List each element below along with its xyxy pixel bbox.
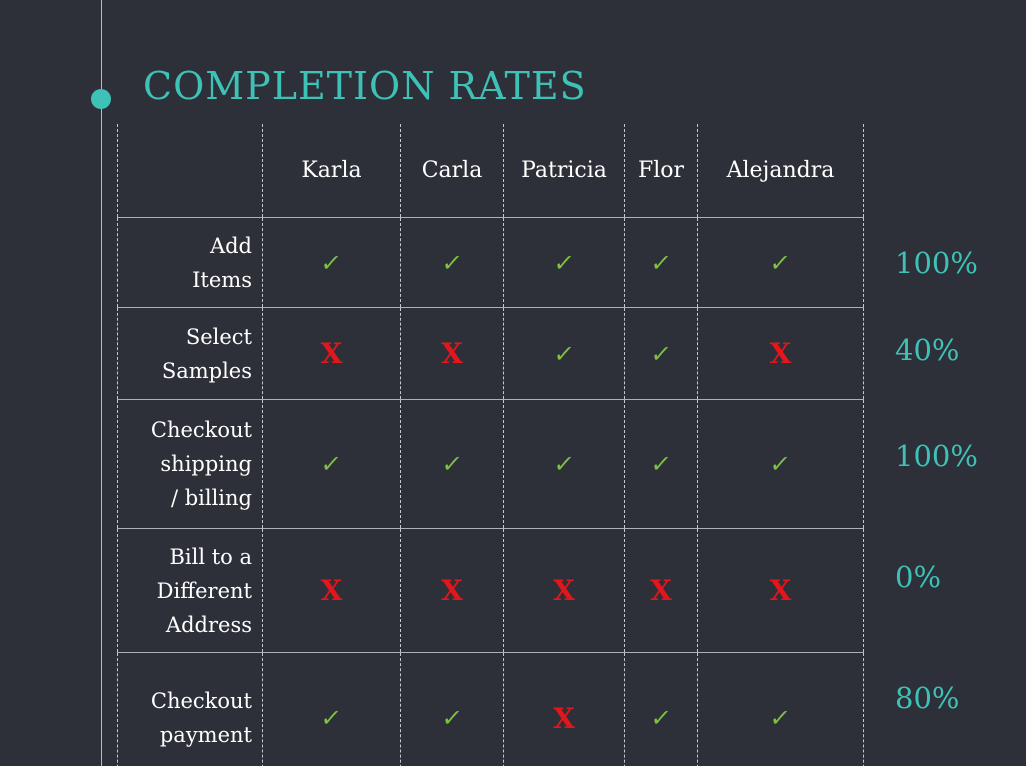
check-icon: ✓ xyxy=(439,450,465,478)
row-label-checkout-shipping-billing: Checkout shipping / billing xyxy=(117,399,263,529)
cross-icon: X xyxy=(553,574,575,607)
result-cell: ✓ xyxy=(400,217,504,308)
result-cell: X xyxy=(697,307,864,400)
check-icon: ✓ xyxy=(648,450,674,478)
slide: COMPLETION RATES Karla Carla Patricia Fl… xyxy=(0,0,1026,766)
result-cell: ✓ xyxy=(697,399,864,529)
row-label-select-samples: Select Samples xyxy=(117,307,263,400)
table-row: Add Items ✓ ✓ ✓ ✓ ✓ xyxy=(117,217,864,308)
check-icon: ✓ xyxy=(648,339,674,368)
result-cell: ✓ xyxy=(624,217,698,308)
check-icon: ✓ xyxy=(551,248,577,277)
check-icon: ✓ xyxy=(319,248,344,277)
completion-rate-checkout-shipping-billing: 100% xyxy=(895,439,978,473)
result-cell: ✓ xyxy=(624,307,698,400)
check-icon: ✓ xyxy=(439,704,465,732)
check-icon: ✓ xyxy=(768,704,793,732)
result-cell: ✓ xyxy=(262,217,401,308)
check-icon: ✓ xyxy=(551,339,577,368)
column-header-patricia: Patricia xyxy=(503,124,625,218)
result-cell: X xyxy=(503,528,625,653)
check-icon: ✓ xyxy=(439,248,465,277)
column-header-alejandra: Alejandra xyxy=(697,124,864,218)
completion-rate-select-samples: 40% xyxy=(895,333,960,367)
result-cell: ✓ xyxy=(697,217,864,308)
completion-rate-bill-to-different-address: 0% xyxy=(895,560,942,594)
cross-icon: X xyxy=(650,574,672,607)
table-row: Bill to a Different Address X X X X X xyxy=(117,528,864,653)
table-row: Select Samples X X ✓ ✓ X xyxy=(117,307,864,400)
completion-rate-add-items: 100% xyxy=(895,246,978,280)
result-cell: X xyxy=(400,528,504,653)
result-cell: ✓ xyxy=(503,217,625,308)
check-icon: ✓ xyxy=(768,450,793,478)
completion-rate-checkout-payment: 80% xyxy=(895,681,960,715)
cross-icon: X xyxy=(553,701,575,735)
check-icon: ✓ xyxy=(648,704,674,732)
result-cell: ✓ xyxy=(624,399,698,529)
row-label-bill-to-different-address: Bill to a Different Address xyxy=(117,528,263,653)
result-cell: ✓ xyxy=(503,307,625,400)
check-icon: ✓ xyxy=(648,248,674,277)
table-row: Checkout shipping / billing ✓ ✓ ✓ ✓ ✓ xyxy=(117,399,864,529)
cross-icon: X xyxy=(320,574,343,607)
column-header-carla: Carla xyxy=(400,124,504,218)
page-title: COMPLETION RATES xyxy=(143,64,587,108)
result-cell: X xyxy=(400,307,504,400)
cross-icon: X xyxy=(441,337,463,370)
result-cell: ✓ xyxy=(503,399,625,529)
table-header-row: Karla Carla Patricia Flor Alejandra xyxy=(117,124,864,218)
row-label-checkout-payment: Checkout payment xyxy=(117,652,263,766)
result-cell: X xyxy=(697,528,864,653)
completion-table: Karla Carla Patricia Flor Alejandra Add … xyxy=(117,124,864,766)
check-icon: ✓ xyxy=(768,248,793,277)
result-cell: X xyxy=(262,528,401,653)
timeline-dot-icon xyxy=(91,89,111,109)
result-cell: ✓ xyxy=(400,652,504,766)
cross-icon: X xyxy=(320,337,343,370)
result-cell: ✓ xyxy=(262,399,401,529)
header-corner-cell xyxy=(117,124,263,218)
cross-icon: X xyxy=(769,574,792,607)
row-label-add-items: Add Items xyxy=(117,217,263,308)
check-icon: ✓ xyxy=(551,450,577,478)
result-cell: X xyxy=(503,652,625,766)
table-row: Checkout payment ✓ ✓ X ✓ ✓ xyxy=(117,652,864,766)
result-cell: ✓ xyxy=(262,652,401,766)
timeline-line xyxy=(101,0,102,766)
result-cell: X xyxy=(624,528,698,653)
check-icon: ✓ xyxy=(319,704,344,732)
check-icon: ✓ xyxy=(319,450,344,478)
result-cell: ✓ xyxy=(697,652,864,766)
column-header-karla: Karla xyxy=(262,124,401,218)
column-header-flor: Flor xyxy=(624,124,698,218)
result-cell: X xyxy=(262,307,401,400)
cross-icon: X xyxy=(441,574,463,607)
result-cell: ✓ xyxy=(400,399,504,529)
result-cell: ✓ xyxy=(624,652,698,766)
cross-icon: X xyxy=(769,337,792,370)
